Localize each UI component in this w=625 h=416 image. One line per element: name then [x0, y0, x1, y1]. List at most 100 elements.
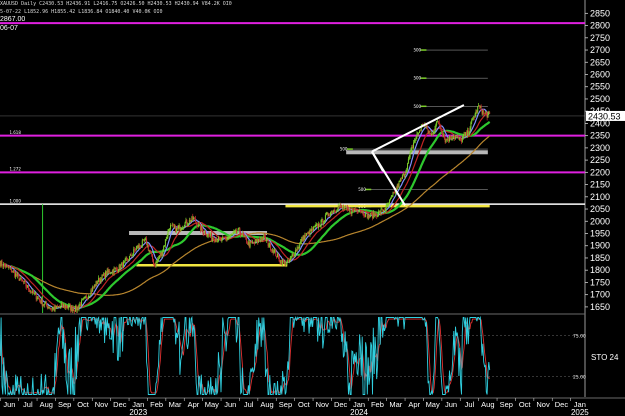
- candle-body: [270, 243, 272, 251]
- candle-body: [177, 227, 179, 229]
- candle-body: [69, 305, 71, 306]
- candle-body: [433, 131, 435, 133]
- candle-body: [81, 300, 83, 307]
- candle-body: [1, 260, 3, 266]
- candle-body: [22, 280, 24, 283]
- candle-body: [93, 287, 95, 288]
- candle-body: [290, 256, 292, 258]
- month-tick-label: Sep: [58, 400, 71, 409]
- candle-body: [62, 303, 64, 307]
- month-tick-label: Oct: [298, 400, 311, 409]
- candle-body: [38, 297, 40, 300]
- candle-body: [87, 298, 89, 300]
- candle-body: [453, 136, 455, 138]
- month-tick-label: Jul: [23, 400, 33, 409]
- candle-body: [194, 218, 196, 222]
- candle-body: [27, 285, 29, 288]
- candle-body: [256, 239, 258, 242]
- candle-body: [74, 311, 76, 312]
- candle-body: [266, 239, 268, 241]
- candle-body: [329, 215, 331, 217]
- candle-body: [147, 244, 149, 251]
- white-box-level: [346, 150, 488, 155]
- price-chart[interactable]: 1.6181.2721.000500500500500500500 75.002…: [0, 0, 625, 416]
- price-tick-label: 1650: [590, 302, 610, 312]
- candle-body: [247, 242, 249, 245]
- candle-body: [186, 219, 188, 225]
- candle-body: [376, 214, 378, 218]
- candle-body: [21, 279, 23, 281]
- candle-body: [39, 299, 41, 301]
- price-tick-label: 2550: [590, 82, 610, 92]
- candle-body: [268, 245, 270, 247]
- candle-body: [112, 270, 114, 274]
- candle-body: [349, 209, 351, 214]
- candle-body: [461, 137, 463, 142]
- candle-body: [67, 307, 69, 309]
- candle-body: [52, 308, 54, 310]
- candle-body: [296, 247, 298, 251]
- candle-body: [105, 271, 107, 276]
- price-tick-label: 2700: [590, 45, 610, 55]
- candle-body: [180, 228, 182, 231]
- candle-body: [240, 232, 242, 236]
- candle-body: [170, 224, 172, 226]
- price-tick-label: 2800: [590, 21, 610, 31]
- candle-body: [373, 211, 375, 217]
- candle-body: [361, 210, 363, 213]
- candle-body: [368, 214, 370, 218]
- candle-body: [57, 305, 59, 307]
- candle-body: [383, 210, 385, 211]
- candle-body: [154, 264, 156, 267]
- candle-body: [340, 205, 342, 207]
- candle-body: [287, 260, 289, 263]
- candle-body: [13, 270, 15, 272]
- month-tick-label: Jun: [224, 400, 236, 409]
- candle-body: [399, 181, 401, 182]
- candle-body: [16, 273, 18, 276]
- candle-body: [161, 252, 163, 256]
- candle-body: [400, 178, 402, 182]
- candle-body: [215, 239, 217, 242]
- candle-body: [65, 305, 67, 308]
- candle-body: [151, 253, 153, 255]
- candle-body: [331, 211, 333, 214]
- candle-body: [481, 110, 483, 114]
- candle-body: [190, 220, 192, 223]
- candle-body: [366, 212, 368, 219]
- candle-body: [237, 228, 239, 233]
- candle-body: [12, 270, 14, 272]
- candle-body: [258, 239, 260, 243]
- candle-body: [146, 244, 148, 246]
- candle-body: [10, 267, 12, 269]
- candle-body: [383, 210, 385, 212]
- candle-body: [401, 175, 403, 180]
- candle-body: [139, 244, 141, 247]
- candle-body: [389, 199, 391, 204]
- candle-body: [66, 307, 68, 309]
- candle-body: [47, 306, 49, 308]
- candle-body: [485, 112, 487, 114]
- candle-body: [285, 264, 287, 266]
- candle-body: [109, 270, 111, 274]
- candle-body: [172, 224, 174, 226]
- candle-body: [302, 235, 304, 242]
- candle-body: [79, 304, 81, 306]
- candle-body: [300, 239, 302, 242]
- candle-body: [32, 290, 34, 294]
- candle-body: [234, 231, 236, 232]
- candle-body: [382, 208, 384, 212]
- candle-body: [431, 133, 433, 135]
- candle-body: [75, 306, 77, 312]
- candle-body: [300, 241, 302, 243]
- month-tick-label: Jun: [3, 400, 15, 409]
- month-tick-label: Oct: [77, 400, 90, 409]
- candle-body: [321, 218, 323, 221]
- candle-body: [14, 271, 16, 277]
- candle-body: [430, 133, 432, 135]
- candle-body: [187, 223, 189, 225]
- stochastic-level-label: 75.00: [573, 334, 586, 340]
- candle-body: [386, 204, 388, 206]
- candle-body: [315, 224, 317, 227]
- candle-body: [4, 265, 6, 268]
